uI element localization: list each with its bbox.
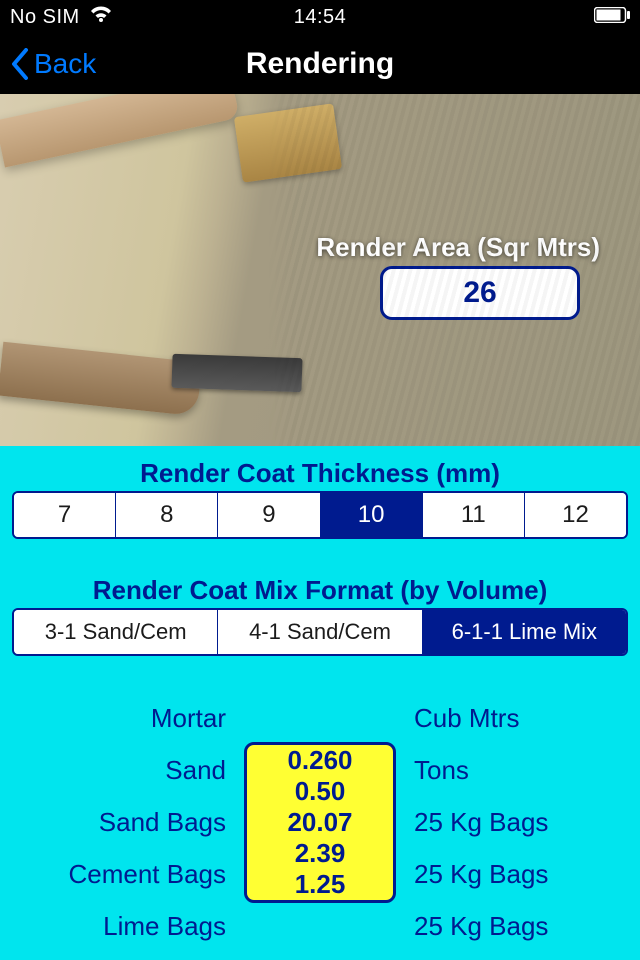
back-button[interactable]: Back xyxy=(0,48,96,80)
hero-image: Render Area (Sqr Mtrs) 26 xyxy=(0,94,640,446)
render-area-label: Render Area (Sqr Mtrs) xyxy=(316,232,600,263)
result-unit: Tons xyxy=(396,744,628,796)
battery-icon xyxy=(594,6,630,29)
status-bar: No SIM 14:54 xyxy=(0,0,640,34)
result-label: Mortar xyxy=(12,692,244,744)
thickness-option-10[interactable]: 10 xyxy=(320,493,422,537)
result-value: 0.260 xyxy=(247,745,393,776)
result-unit: 25 Kg Bags xyxy=(396,796,628,848)
thickness-label: Render Coat Thickness (mm) xyxy=(0,458,640,489)
illustration xyxy=(0,342,202,417)
thickness-option-7[interactable]: 7 xyxy=(14,493,115,537)
chevron-left-icon xyxy=(10,48,30,80)
result-unit: 25 Kg Bags xyxy=(396,848,628,900)
result-value: 2.39 xyxy=(247,838,393,869)
mix-label: Render Coat Mix Format (by Volume) xyxy=(0,575,640,606)
mix-option-1[interactable]: 4-1 Sand/Cem xyxy=(217,610,421,654)
result-value: 20.07 xyxy=(247,807,393,838)
wifi-icon xyxy=(90,5,112,29)
illustration xyxy=(234,103,342,182)
mix-segmented: 3-1 Sand/Cem4-1 Sand/Cem6-1-1 Lime Mix xyxy=(12,608,628,656)
clock: 14:54 xyxy=(294,6,347,29)
back-label: Back xyxy=(34,48,96,80)
results-value-column: 0.2600.5020.072.391.25 xyxy=(244,742,396,903)
thickness-option-8[interactable]: 8 xyxy=(115,493,217,537)
thickness-option-12[interactable]: 12 xyxy=(524,493,626,537)
thickness-option-11[interactable]: 11 xyxy=(422,493,524,537)
thickness-segmented: 789101112 xyxy=(12,491,628,539)
mix-option-0[interactable]: 3-1 Sand/Cem xyxy=(14,610,217,654)
result-unit: 25 Kg Bags xyxy=(396,900,628,952)
illustration xyxy=(0,94,240,167)
result-label: Lime Bags xyxy=(12,900,244,952)
result-value: 0.50 xyxy=(247,776,393,807)
results-table: 0.2600.5020.072.391.25 Mortar Cub Mtrs San… xyxy=(12,692,628,952)
result-unit: Cub Mtrs xyxy=(396,692,628,744)
nav-bar: Back Rendering xyxy=(0,34,640,94)
result-label: Cement Bags xyxy=(12,848,244,900)
page-title: Rendering xyxy=(246,47,394,81)
mix-option-2[interactable]: 6-1-1 Lime Mix xyxy=(422,610,626,654)
thickness-option-9[interactable]: 9 xyxy=(217,493,319,537)
carrier-label: No SIM xyxy=(10,6,80,29)
result-value: 1.25 xyxy=(247,869,393,900)
result-label: Sand Bags xyxy=(12,796,244,848)
illustration xyxy=(171,354,302,393)
result-label: Sand xyxy=(12,744,244,796)
render-area-input[interactable]: 26 xyxy=(380,266,580,320)
